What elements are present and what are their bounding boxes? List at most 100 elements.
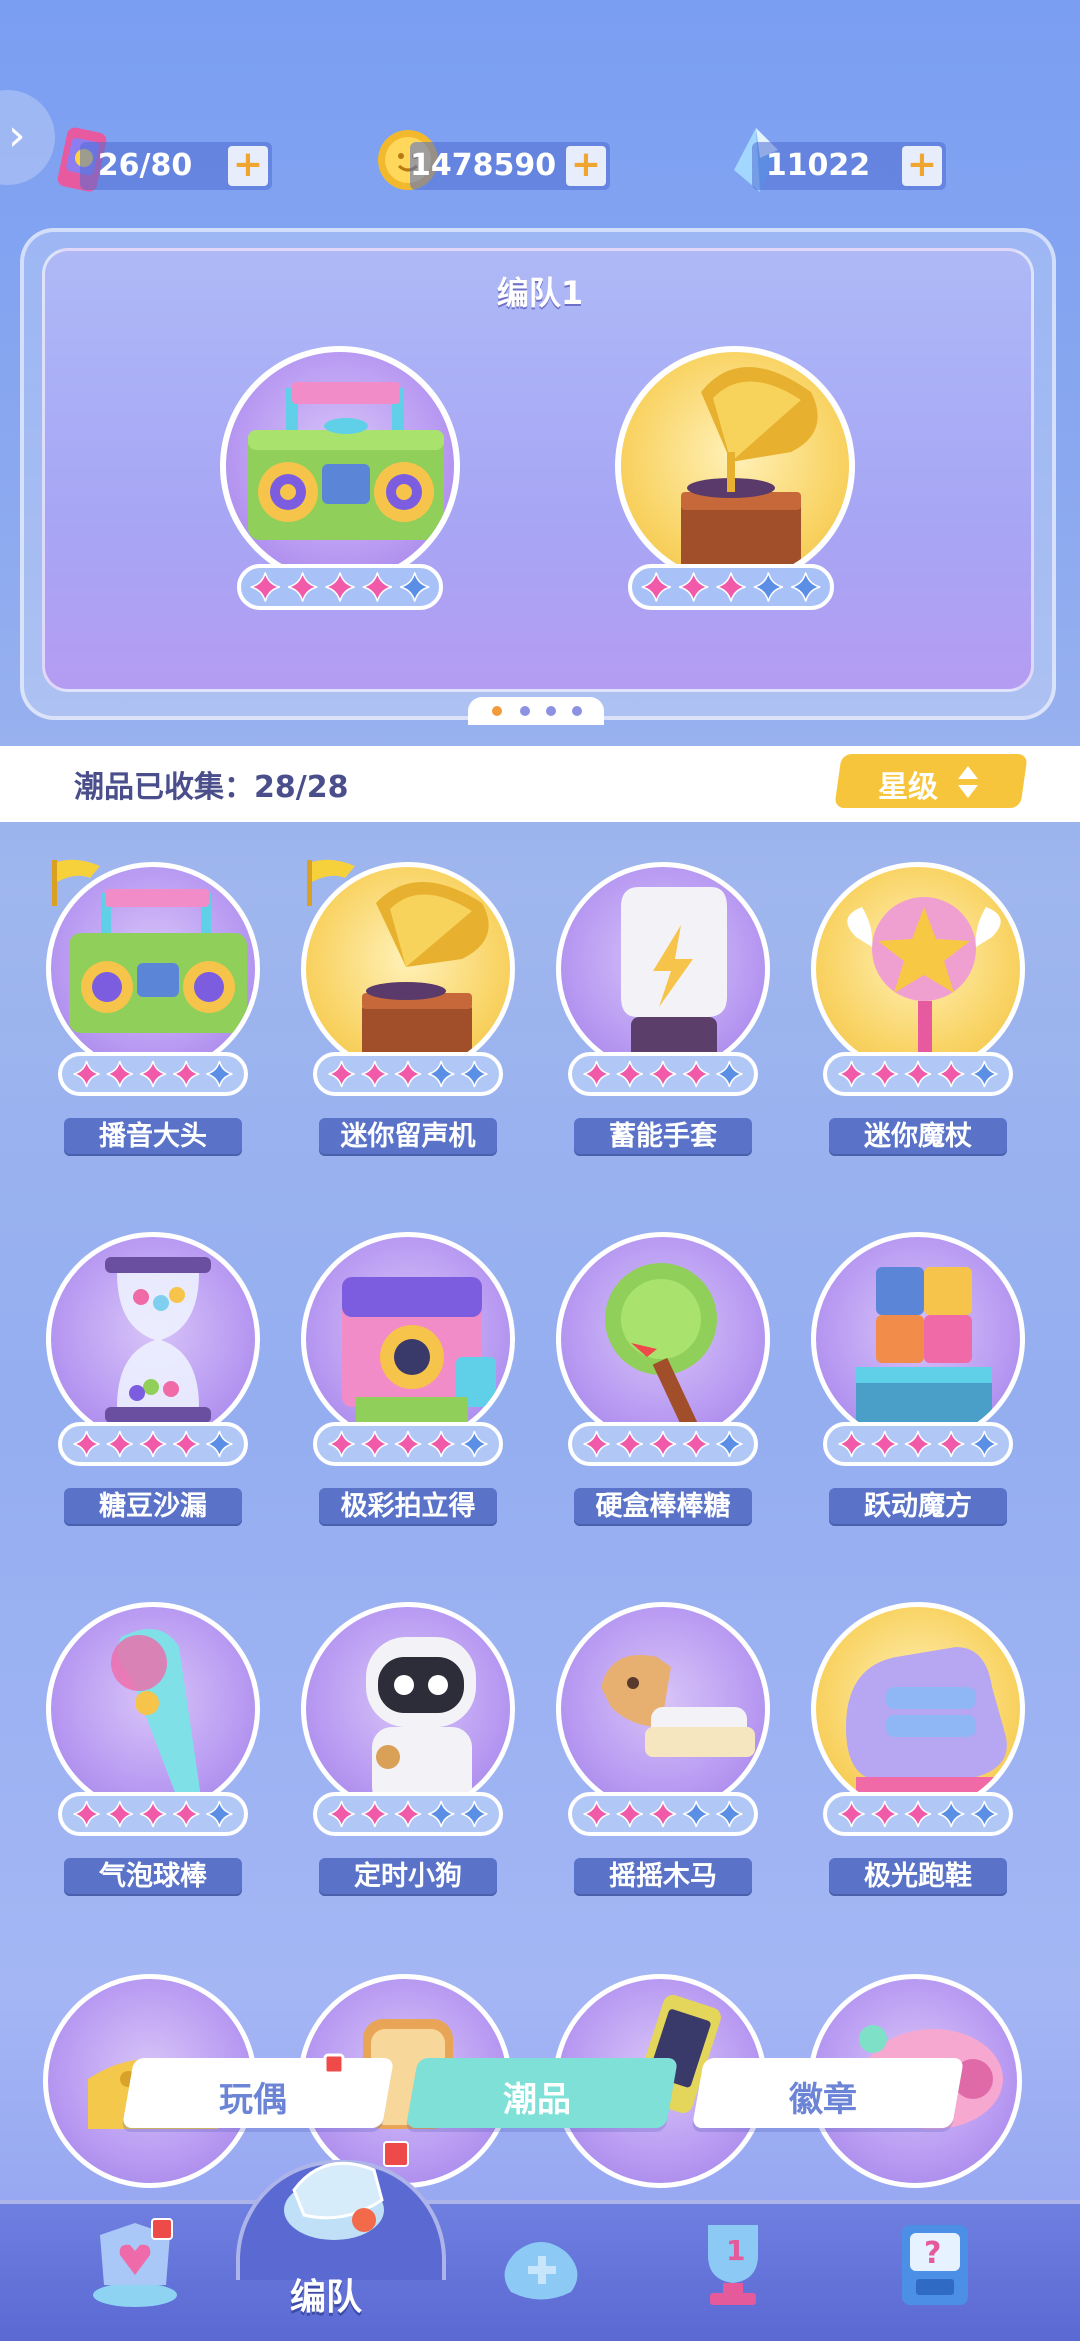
star-filled-icon [361, 1430, 388, 1458]
item-name: 摇摇木马 [574, 1858, 752, 1896]
item-portrait [46, 1232, 260, 1446]
star-empty-icon [206, 1800, 233, 1828]
item-portrait [556, 862, 770, 1076]
star-row [583, 1060, 743, 1088]
star-filled-icon [871, 1060, 898, 1088]
star-filled-icon [73, 1800, 100, 1828]
team-slot-1[interactable] [220, 346, 460, 586]
lightning-glove-icon [621, 887, 727, 1067]
star-filled-icon [361, 1800, 388, 1828]
page-dot[interactable] [546, 706, 556, 716]
star-row [73, 1060, 233, 1088]
star-row [583, 1800, 743, 1828]
gamepad-icon[interactable] [486, 2212, 596, 2322]
star-rating [568, 1792, 758, 1836]
item-card[interactable]: 迷你留声机 [293, 859, 523, 1162]
item-portrait [556, 1232, 770, 1446]
coin-value: 1478590 [410, 148, 557, 183]
star-filled-icon [394, 1430, 422, 1458]
heart-shield-icon[interactable] [80, 2205, 190, 2315]
item-name: 定时小狗 [319, 1858, 497, 1896]
item-card[interactable]: 摇摇木马 [548, 1602, 778, 1902]
star-filled-icon [139, 1430, 167, 1458]
star-filled-icon [583, 1430, 610, 1458]
item-card[interactable]: 定时小狗 [293, 1602, 523, 1902]
add-gem-button[interactable]: + [902, 146, 942, 186]
star-filled-icon [106, 1430, 133, 1458]
sort-button-label: 星级 [878, 770, 938, 805]
bubble-bat-icon [111, 1629, 201, 1807]
item-card[interactable]: 极光跑鞋 [803, 1602, 1033, 1902]
star-empty-icon [461, 1430, 488, 1458]
star-filled-icon [683, 1060, 710, 1088]
item-name: 极彩拍立得 [319, 1488, 497, 1526]
page-dot[interactable] [520, 706, 530, 716]
rocking-horse-icon [601, 1655, 755, 1757]
lollipop-icon [605, 1263, 717, 1441]
chevron-right-icon: › [8, 110, 26, 161]
star-empty-icon [716, 1800, 743, 1828]
add-coin-button[interactable]: + [566, 146, 606, 186]
star-filled-icon [679, 572, 709, 602]
star-rating [568, 1052, 758, 1096]
star-empty-icon [938, 1800, 965, 1828]
star-empty-icon [753, 572, 783, 602]
candy-hourglass-icon [105, 1257, 211, 1423]
coin-counter: 1478590 + [410, 142, 610, 190]
item-portrait [301, 1232, 515, 1446]
flag-icon [307, 859, 355, 906]
item-name: 蓄能手套 [574, 1118, 752, 1156]
star-filled-icon [683, 1430, 710, 1458]
gift-machine-icon[interactable]: ? [880, 2205, 990, 2315]
star-rating [313, 1052, 503, 1096]
item-card[interactable]: 迷你魔杖 [803, 862, 1033, 1162]
star-row [73, 1800, 233, 1828]
star-filled-icon [394, 1060, 422, 1088]
star-filled-icon [904, 1800, 932, 1828]
tab-badges-label: 徽章 [789, 2080, 857, 2120]
star-empty-icon [683, 1800, 710, 1828]
item-name: 极光跑鞋 [829, 1858, 1007, 1896]
star-empty-icon [206, 1430, 233, 1458]
star-filled-icon [325, 572, 355, 602]
item-card[interactable]: 跃动魔方 [803, 1232, 1033, 1532]
star-filled-icon [871, 1430, 898, 1458]
page-dot[interactable] [572, 706, 582, 716]
team-slot-2-stars [628, 564, 834, 610]
energy-counter: 26/80 + [80, 142, 272, 190]
item-portrait [556, 1602, 770, 1816]
item-card[interactable]: 硬盒棒棒糖 [548, 1232, 778, 1532]
star-filled-icon [328, 1060, 355, 1088]
star-rating [823, 1052, 1013, 1096]
whistle-icon[interactable] [264, 2130, 414, 2250]
star-filled-icon [649, 1060, 677, 1088]
star-empty-icon [971, 1060, 998, 1088]
star-filled-icon [716, 572, 746, 602]
energy-value: 26/80 [97, 148, 193, 183]
item-card[interactable]: 蓄能手套 [548, 862, 778, 1162]
item-portrait [811, 1232, 1025, 1446]
trophy-icon[interactable]: 1 [678, 2205, 788, 2315]
item-card[interactable]: 气泡球棒 [38, 1602, 268, 1902]
tab-trendy-label: 潮品 [503, 2080, 571, 2120]
item-name: 迷你魔杖 [829, 1118, 1007, 1156]
star-empty-icon [971, 1430, 998, 1458]
item-card[interactable]: 糖豆沙漏 [38, 1232, 268, 1532]
star-filled-icon [73, 1430, 100, 1458]
star-row [73, 1430, 233, 1458]
star-empty-icon [428, 1060, 455, 1088]
star-filled-icon [361, 1060, 388, 1088]
star-filled-icon [938, 1430, 965, 1458]
star-filled-icon [641, 572, 671, 602]
team-slot-2[interactable] [615, 346, 855, 586]
star-filled-icon [583, 1800, 610, 1828]
add-energy-button[interactable]: + [228, 146, 268, 186]
star-filled-icon [904, 1430, 932, 1458]
item-card[interactable]: 极彩拍立得 [293, 1232, 523, 1532]
team-page-indicator [468, 697, 604, 725]
star-empty-icon [971, 1800, 998, 1828]
star-rating [313, 1422, 503, 1466]
item-portrait [46, 1602, 260, 1816]
page-dot-active[interactable] [492, 706, 502, 716]
item-card[interactable]: 播音大头 [38, 859, 268, 1162]
